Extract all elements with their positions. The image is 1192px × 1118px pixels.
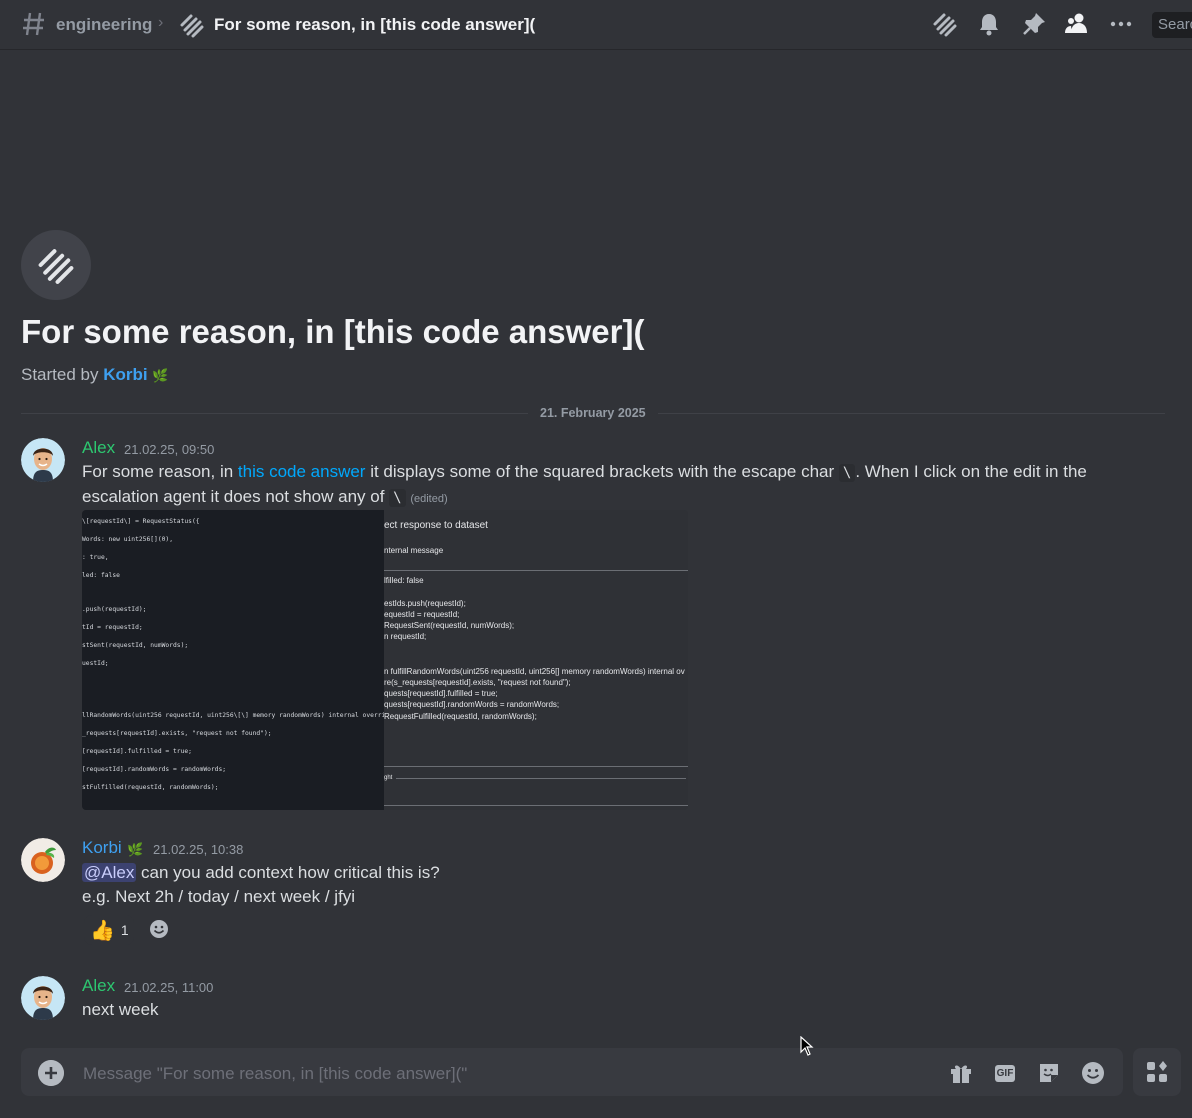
message-input[interactable]	[81, 1061, 925, 1087]
sticker-icon[interactable]	[1036, 1060, 1062, 1086]
avatar[interactable]	[21, 976, 65, 1020]
started-by-label: Started by	[21, 365, 99, 384]
preview-line: lfilled: false	[384, 576, 424, 585]
code-line: stSent(requestId, numWords);	[82, 642, 189, 649]
member-list-icon[interactable]	[1064, 11, 1090, 37]
preview-line: n fulfillRandomWords(uint256 requestId, …	[384, 667, 685, 676]
reaction-thumbs-up[interactable]: 👍 1	[84, 915, 134, 945]
inline-code: \	[389, 489, 406, 507]
message-author[interactable]: Alex	[82, 438, 115, 458]
code-line: [requestId].randomWords = randomWords;	[82, 766, 227, 773]
message-author[interactable]: Korbi	[82, 838, 122, 858]
message-content: @Alex can you add context how critical t…	[82, 861, 982, 909]
message-text: it displays some of the squared brackets…	[365, 462, 839, 481]
inline-code: \	[838, 464, 856, 482]
message-timestamp: 21.02.25, 09:50	[124, 442, 215, 457]
thread-title: For some reason, in [this code answer](	[21, 313, 645, 350]
preview-line: nternal message	[384, 546, 444, 555]
apps-icon	[1147, 1061, 1167, 1082]
breadcrumb-thread-title: For some reason, in [this code answer](	[214, 15, 536, 34]
started-by-user[interactable]: Korbi	[103, 365, 147, 384]
thread-start-icon	[21, 230, 91, 300]
message-link[interactable]: this code answer	[238, 462, 366, 481]
preview-divider	[384, 570, 688, 571]
preview-line: ght	[384, 775, 393, 781]
upload-plus-icon[interactable]	[38, 1060, 64, 1086]
preview-screenshot: ect response to dataset nternal message …	[384, 510, 688, 810]
preview-line: estIds.push(requestId);	[384, 599, 466, 608]
image-attachment[interactable]: \[requestId\] = RequestStatus({ Words: n…	[82, 510, 688, 810]
more-options-icon[interactable]	[1108, 11, 1134, 37]
code-line: .push(requestId);	[82, 606, 147, 613]
code-line: llRandomWords(uint256 requestId, uint256…	[82, 712, 401, 719]
code-screenshot: \[requestId\] = RequestStatus({ Words: n…	[82, 510, 400, 810]
channel-hash-icon	[23, 12, 44, 36]
thread-icon	[38, 249, 74, 284]
preview-line: quests[requestId].randomWords = randomWo…	[384, 700, 560, 709]
code-line: _requests[requestId].exists, "request no…	[82, 730, 272, 737]
preview-divider	[396, 778, 686, 779]
notification-bell-icon[interactable]	[976, 11, 1002, 37]
code-line: stFulfilled(requestId, randomWords);	[82, 784, 219, 791]
code-line: : true,	[82, 554, 109, 561]
preview-divider	[384, 805, 688, 806]
channel-header: engineering › For some reason, in [this …	[0, 0, 1192, 50]
message-timestamp: 21.02.25, 10:38	[153, 842, 244, 857]
code-line: \[requestId\] = RequestStatus({	[82, 518, 200, 525]
mouse-cursor-icon	[800, 1036, 814, 1056]
preview-line: n requestId;	[384, 632, 427, 641]
thread-started-by: Started by Korbi 🌿	[21, 365, 169, 385]
reaction-count: 1	[120, 922, 129, 938]
breadcrumb-channel[interactable]: engineering	[56, 15, 152, 35]
preview-line: RequestSent(requestId, numWords);	[384, 621, 515, 630]
thumbs-up-icon: 👍	[90, 919, 115, 942]
preview-line: quests[requestId].fulfilled = true;	[384, 689, 498, 698]
message-author[interactable]: Alex	[82, 976, 115, 996]
preview-line: re(s_requests[requestId].exists, "reques…	[384, 678, 571, 687]
pin-icon[interactable]	[1021, 11, 1047, 37]
code-line: uestId;	[82, 660, 109, 667]
edited-marker: (edited)	[410, 493, 448, 505]
preview-line: equestId = requestId;	[384, 610, 460, 619]
message-text: next week	[82, 1000, 159, 1019]
threads-icon[interactable]	[932, 11, 958, 37]
code-line: [requestId].fulfilled = true;	[82, 748, 192, 755]
code-line: led: false	[82, 572, 120, 579]
role-leaf-icon: 🌿	[152, 368, 169, 383]
apps-button[interactable]	[1133, 1048, 1181, 1096]
breadcrumb-separator-icon: ›	[158, 14, 164, 31]
preview-divider	[384, 766, 688, 767]
message-text: e.g. Next 2h / today / next week / jfyi	[82, 887, 356, 906]
message-timestamp: 21.02.25, 11:00	[124, 980, 214, 995]
user-mention[interactable]: @Alex	[82, 863, 137, 882]
message-content: For some reason, in this code answer it …	[82, 460, 1167, 511]
role-leaf-icon: 🌿	[127, 842, 144, 857]
gif-button[interactable]: GIF	[992, 1060, 1018, 1086]
gift-icon[interactable]	[948, 1060, 974, 1086]
code-line: Words: new uint256[](0),	[82, 536, 173, 543]
message-text: can you add context how critical this is…	[136, 863, 440, 882]
emoji-icon[interactable]	[1080, 1060, 1106, 1086]
avatar[interactable]	[21, 838, 65, 882]
preview-line: RequestFulfilled(requestId, randomWords)…	[384, 712, 537, 721]
gif-label: GIF	[994, 1064, 1016, 1082]
preview-line: ect response to dataset	[384, 520, 488, 531]
search-input[interactable]: Search	[1152, 12, 1192, 38]
code-line: tId = requestId;	[82, 624, 143, 631]
avatar[interactable]	[21, 438, 65, 482]
add-reaction-icon[interactable]	[148, 918, 170, 940]
date-divider-label: 21. February 2025	[528, 406, 658, 420]
thread-icon	[180, 14, 204, 38]
message-text: For some reason, in	[82, 462, 238, 481]
